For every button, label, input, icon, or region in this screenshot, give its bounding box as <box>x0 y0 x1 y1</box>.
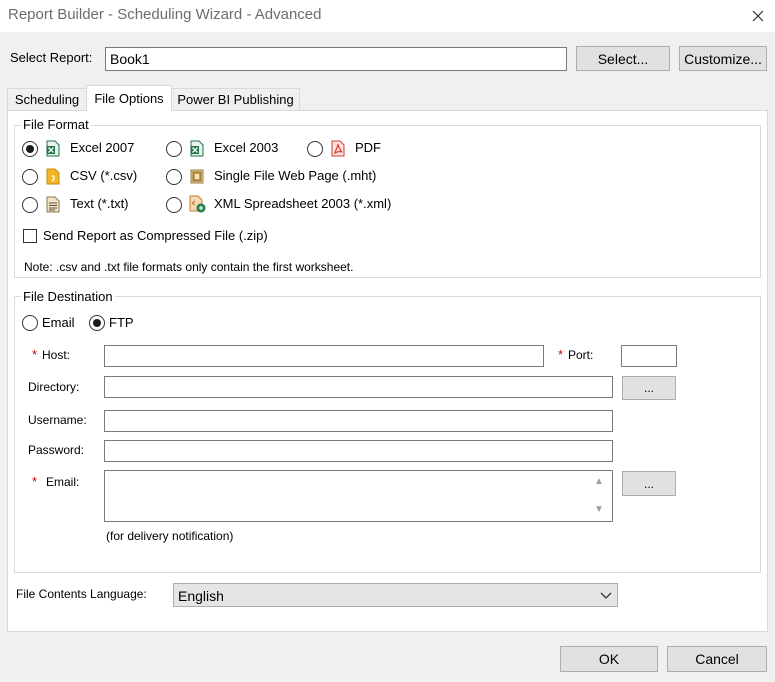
host-value <box>105 346 543 352</box>
password-input[interactable] <box>104 440 613 462</box>
pdf-icon <box>331 140 345 157</box>
pdf-radio[interactable] <box>307 141 323 157</box>
language-dropdown[interactable]: English <box>173 583 618 607</box>
ftp-destination-radio[interactable] <box>89 315 105 331</box>
port-required-mark: * <box>558 347 564 362</box>
xml-spreadsheet-icon <box>189 195 206 213</box>
mht-label[interactable]: Single File Web Page (.mht) <box>214 168 376 183</box>
email-required-mark: * <box>32 474 38 489</box>
format-note: Note: .csv and .txt file formats only co… <box>24 260 354 274</box>
select-report-label: Select Report: <box>10 50 93 65</box>
tab-file-options[interactable]: File Options <box>86 85 172 111</box>
language-value: English <box>178 588 224 604</box>
username-label: Username: <box>28 413 87 427</box>
web-page-icon <box>190 169 204 184</box>
email-textarea[interactable] <box>104 470 613 522</box>
port-input[interactable] <box>621 345 677 367</box>
port-label: Port: <box>568 348 594 362</box>
host-required-mark: * <box>32 347 38 362</box>
email-browse-button[interactable]: ... <box>622 471 676 496</box>
ok-button[interactable]: OK <box>560 646 658 672</box>
host-label: Host: <box>42 348 71 362</box>
file-format-legend: File Format <box>21 117 91 132</box>
directory-input[interactable] <box>104 376 613 398</box>
email-value <box>105 471 612 477</box>
mht-radio[interactable] <box>166 169 182 185</box>
chevron-down-icon <box>600 592 612 599</box>
directory-value <box>105 377 612 383</box>
pdf-label[interactable]: PDF <box>355 140 381 155</box>
report-name-value: Book1 <box>110 51 150 67</box>
email-scroll-down-icon[interactable]: ▼ <box>594 504 604 515</box>
directory-browse-button[interactable]: ... <box>622 376 676 400</box>
file-destination-legend: File Destination <box>21 289 115 304</box>
xml-radio[interactable] <box>166 197 182 213</box>
tab-scheduling[interactable]: Scheduling <box>7 88 87 110</box>
email-scroll-up-icon[interactable]: ▲ <box>594 476 604 487</box>
excel2007-radio[interactable] <box>22 141 38 157</box>
xml-label[interactable]: XML Spreadsheet 2003 (*.xml) <box>214 196 391 211</box>
excel2003-label[interactable]: Excel 2003 <box>214 140 278 155</box>
csv-label[interactable]: CSV (*.csv) <box>70 168 137 183</box>
window-title: Report Builder - Scheduling Wizard - Adv… <box>8 6 322 23</box>
email-destination-radio[interactable] <box>22 315 38 331</box>
excel2007-label[interactable]: Excel 2007 <box>70 140 134 155</box>
txt-label[interactable]: Text (*.txt) <box>70 196 129 211</box>
select-button[interactable]: Select... <box>576 46 670 71</box>
host-input[interactable] <box>104 345 544 367</box>
excel-icon <box>190 140 204 157</box>
language-label: File Contents Language: <box>16 587 147 601</box>
excel-icon <box>46 140 60 157</box>
port-value <box>622 346 676 352</box>
email-destination-label[interactable]: Email <box>42 315 75 330</box>
compressed-checkbox[interactable] <box>23 229 37 243</box>
ftp-destination-label[interactable]: FTP <box>109 315 134 330</box>
report-name-input[interactable]: Book1 <box>105 47 567 71</box>
directory-label: Directory: <box>28 380 80 394</box>
close-icon <box>752 10 764 22</box>
close-button[interactable] <box>744 2 772 30</box>
password-label: Password: <box>28 443 85 457</box>
email-hint: (for delivery notification) <box>106 529 234 543</box>
csv-file-icon <box>46 168 60 185</box>
txt-radio[interactable] <box>22 197 38 213</box>
csv-radio[interactable] <box>22 169 38 185</box>
compressed-label[interactable]: Send Report as Compressed File (.zip) <box>43 228 268 243</box>
tab-power-bi-publishing[interactable]: Power BI Publishing <box>171 88 300 110</box>
username-value <box>105 411 612 417</box>
cancel-button[interactable]: Cancel <box>667 646 767 672</box>
username-input[interactable] <box>104 410 613 432</box>
password-value <box>105 441 612 447</box>
text-file-icon <box>46 196 60 213</box>
customize-button[interactable]: Customize... <box>679 46 767 71</box>
email-label: Email: <box>46 475 80 489</box>
excel2003-radio[interactable] <box>166 141 182 157</box>
